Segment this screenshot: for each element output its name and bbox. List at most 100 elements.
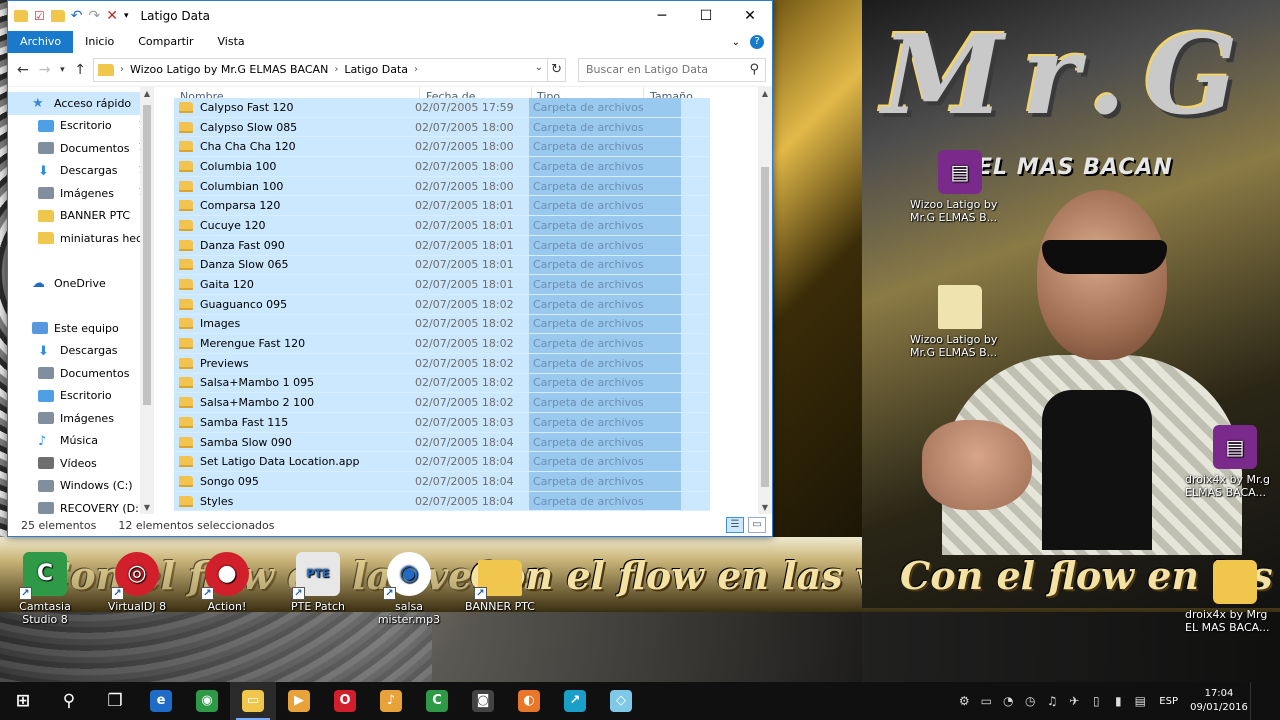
nav-item[interactable]: Windows (C:) xyxy=(8,475,154,498)
desktop-icon-camtasia[interactable]: C ↗ Camtasia Studio 8 xyxy=(0,552,90,626)
plug-tray-icon[interactable]: ✈ xyxy=(1063,694,1085,708)
details-view-icon[interactable]: ☰ xyxy=(726,517,744,533)
file-row[interactable]: Cucuye 120 02/07/2005 18:01 Carpeta de arc… xyxy=(174,216,710,236)
file-scrollbar[interactable]: ▲ ▼ xyxy=(758,87,772,514)
nav-item[interactable]: miniaturas hech xyxy=(8,227,154,250)
nav-item[interactable]: Imágenes⊼ xyxy=(8,182,154,205)
battery-tray-icon[interactable]: ▮ xyxy=(1107,694,1129,708)
refresh-button[interactable]: ↻ xyxy=(548,57,567,82)
volume-tray-icon[interactable]: ♫ xyxy=(1041,694,1063,708)
tab-compartir[interactable]: Compartir xyxy=(126,31,205,53)
desktop-icon-pte-patch[interactable]: PTE ↗ PTE Patch xyxy=(273,552,363,613)
search-taskbar-button[interactable]: ⚲ xyxy=(46,682,92,720)
new-folder-icon[interactable] xyxy=(50,10,65,22)
recent-locations-icon[interactable]: ▾ xyxy=(58,59,68,81)
desktop-icon-winrar-archive[interactable]: ▤ Wizoo Latigo by Mr.G ELMAS B... xyxy=(910,150,1000,224)
back-button[interactable]: ← xyxy=(14,59,32,81)
edge-taskbar-button[interactable]: e xyxy=(138,682,184,720)
desktop-icon-action[interactable]: ● ↗ Action! xyxy=(182,552,272,613)
minimize-button[interactable]: ─ xyxy=(640,1,684,31)
chrome-taskbar-button[interactable]: ◉ xyxy=(184,682,230,720)
nav-item[interactable]: ★ Acceso rápido xyxy=(8,92,154,115)
desktop-icon-media-file[interactable]: droix4x by Mrg EL MAS BACA... xyxy=(1185,560,1275,634)
nav-item[interactable]: ⬇ Descargas xyxy=(8,340,154,363)
file-row[interactable]: Samba Slow 090 02/07/2005 18:04 Carpeta de… xyxy=(174,432,710,453)
undo-icon[interactable]: ↶ xyxy=(71,8,83,24)
file-row[interactable]: Set Latigo Data Location.app 02/07/2005 1… xyxy=(174,452,710,473)
start-button-taskbar-button[interactable]: ⊞ xyxy=(0,682,46,720)
scroll-down-icon[interactable]: ▼ xyxy=(140,503,154,512)
network-tray-icon[interactable]: ⚙ xyxy=(953,694,975,708)
file-explorer-window[interactable]: ☑ ↶ ↷ ✕ ▾ Latigo Data ─ ☐ ✕ Archivo Inic… xyxy=(7,0,773,537)
file-row[interactable]: Songo 095 02/07/2005 18:04 Carpeta de arch… xyxy=(174,472,710,492)
monitor-tray-icon[interactable]: ▭ xyxy=(975,694,997,708)
file-row[interactable]: Salsa+Mambo 1 095 02/07/2005 18:02 Carpeta… xyxy=(174,373,710,394)
scroll-thumb[interactable] xyxy=(761,167,769,487)
help-icon[interactable]: ? xyxy=(750,35,764,49)
nav-item[interactable]: ☁ OneDrive xyxy=(8,272,154,295)
tab-vista[interactable]: Vista xyxy=(206,31,257,53)
chat-tray-icon[interactable]: ▤ xyxy=(1129,694,1151,708)
desktop-icon-folder[interactable]: ↗ BANNER PTC xyxy=(455,552,545,613)
nav-scrollbar[interactable]: ▲ ▼ xyxy=(140,87,154,514)
desktop-icon-mp3-file[interactable]: ◉ ↗ salsa mister.mp3 xyxy=(364,552,454,626)
redo-icon[interactable]: ↷ xyxy=(89,8,101,24)
wifi-tray-icon[interactable]: ◔ xyxy=(997,694,1019,708)
eraser-app-taskbar-button[interactable]: ◇ xyxy=(598,682,644,720)
arrow-app-taskbar-button[interactable]: ↗ xyxy=(552,682,598,720)
nav-item[interactable]: Escritorio xyxy=(8,385,154,408)
breadcrumb-chevron-icon[interactable]: › xyxy=(334,64,338,75)
customize-toolbar-icon[interactable]: ▾ xyxy=(124,8,129,24)
file-row[interactable]: Calypso Fast 120 02/07/2005 17:59 Carpeta … xyxy=(174,98,710,118)
opera-taskbar-button[interactable]: O xyxy=(322,682,368,720)
nav-item[interactable]: RECOVERY (D:) xyxy=(8,497,154,514)
properties-icon[interactable]: ☑ xyxy=(34,8,45,24)
media-player-taskbar-button[interactable]: ▶ xyxy=(276,682,322,720)
close-button[interactable]: ✕ xyxy=(728,1,772,31)
file-row[interactable]: Danza Fast 090 02/07/2005 18:01 Carpeta de… xyxy=(174,235,710,256)
file-explorer-taskbar-button[interactable]: ▭ xyxy=(230,682,276,720)
file-list-pane[interactable]: Nombre Fecha de modifica... Tipo Tamaño … xyxy=(154,87,772,514)
file-row[interactable]: Samba Fast 115 02/07/2005 18:03 Carpeta de… xyxy=(174,413,710,433)
file-row[interactable]: Images 02/07/2005 18:02 Carpeta de archivo… xyxy=(174,314,710,335)
breadcrumb-chevron-icon[interactable]: › xyxy=(120,64,124,75)
title-bar[interactable]: ☑ ↶ ↷ ✕ ▾ Latigo Data ─ ☐ ✕ xyxy=(8,1,772,31)
search-input[interactable] xyxy=(586,63,737,76)
show-desktop-button[interactable] xyxy=(1250,682,1280,720)
file-row[interactable]: Merengue Fast 120 02/07/2005 18:02 Carpeta… xyxy=(174,334,710,354)
breadcrumb-item[interactable]: Latigo Data xyxy=(344,63,408,76)
clock[interactable]: 17:04 09/01/2016 xyxy=(1188,687,1250,715)
camtasia-taskbar-button[interactable]: C xyxy=(414,682,460,720)
file-row[interactable]: Styles 02/07/2005 18:04 Carpeta de archivo… xyxy=(174,491,710,512)
maximize-button[interactable]: ☐ xyxy=(684,1,728,31)
nav-item[interactable]: Escritorio⊼ xyxy=(8,115,154,138)
large-icons-view-icon[interactable]: ▭ xyxy=(748,517,766,533)
tab-archivo[interactable]: Archivo xyxy=(8,31,74,53)
nav-item[interactable]: BANNER PTC xyxy=(8,205,154,228)
desktop-icon-virtualdj[interactable]: ◎ ↗ VirtualDJ 8 xyxy=(92,552,182,613)
breadcrumb-chevron-icon[interactable]: › xyxy=(414,64,418,75)
clock-tray-icon[interactable]: ◷ xyxy=(1019,694,1041,708)
file-row[interactable]: Salsa+Mambo 2 100 02/07/2005 18:02 Carpeta… xyxy=(174,393,710,413)
firefox-taskbar-button[interactable]: ◐ xyxy=(506,682,552,720)
nav-item[interactable]: Imágenes xyxy=(8,407,154,430)
language-indicator[interactable]: ESP xyxy=(1159,696,1178,707)
nav-item[interactable]: ⬇Descargas⊼ xyxy=(8,160,154,183)
expand-ribbon-icon[interactable]: ⌄ xyxy=(732,37,740,48)
file-row[interactable]: Calypso Slow 085 02/07/2005 18:00 Carpeta … xyxy=(174,117,710,138)
file-row[interactable]: Cha Cha Cha 120 02/07/2005 18:00 Carpeta d… xyxy=(174,137,710,158)
file-row[interactable]: Columbia 100 02/07/2005 18:00 Carpeta de a… xyxy=(174,157,710,177)
camera-taskbar-button[interactable]: ◙ xyxy=(460,682,506,720)
nav-item[interactable]: Documentos xyxy=(8,362,154,385)
search-box[interactable]: ⚲ xyxy=(578,57,767,82)
scroll-down-icon[interactable]: ▼ xyxy=(758,503,772,512)
file-row[interactable]: Comparsa 120 02/07/2005 18:01 Carpeta de a… xyxy=(174,196,710,217)
nav-item[interactable]: Documentos⊼ xyxy=(8,137,154,160)
desktop-icon-winrar-archive[interactable]: ▤ droix4x by Mr.g ELMAS BACA... xyxy=(1185,425,1275,499)
nav-item[interactable]: ♪ Música xyxy=(8,430,154,453)
nav-item[interactable]: Este equipo xyxy=(8,317,154,340)
breadcrumb-item[interactable]: Wizoo Latigo by Mr.G ELMAS BACAN xyxy=(130,63,328,76)
scroll-thumb[interactable] xyxy=(143,105,151,405)
task-view-taskbar-button[interactable]: ❐ xyxy=(92,682,138,720)
address-dropdown-icon[interactable]: ⌄ xyxy=(535,62,543,73)
